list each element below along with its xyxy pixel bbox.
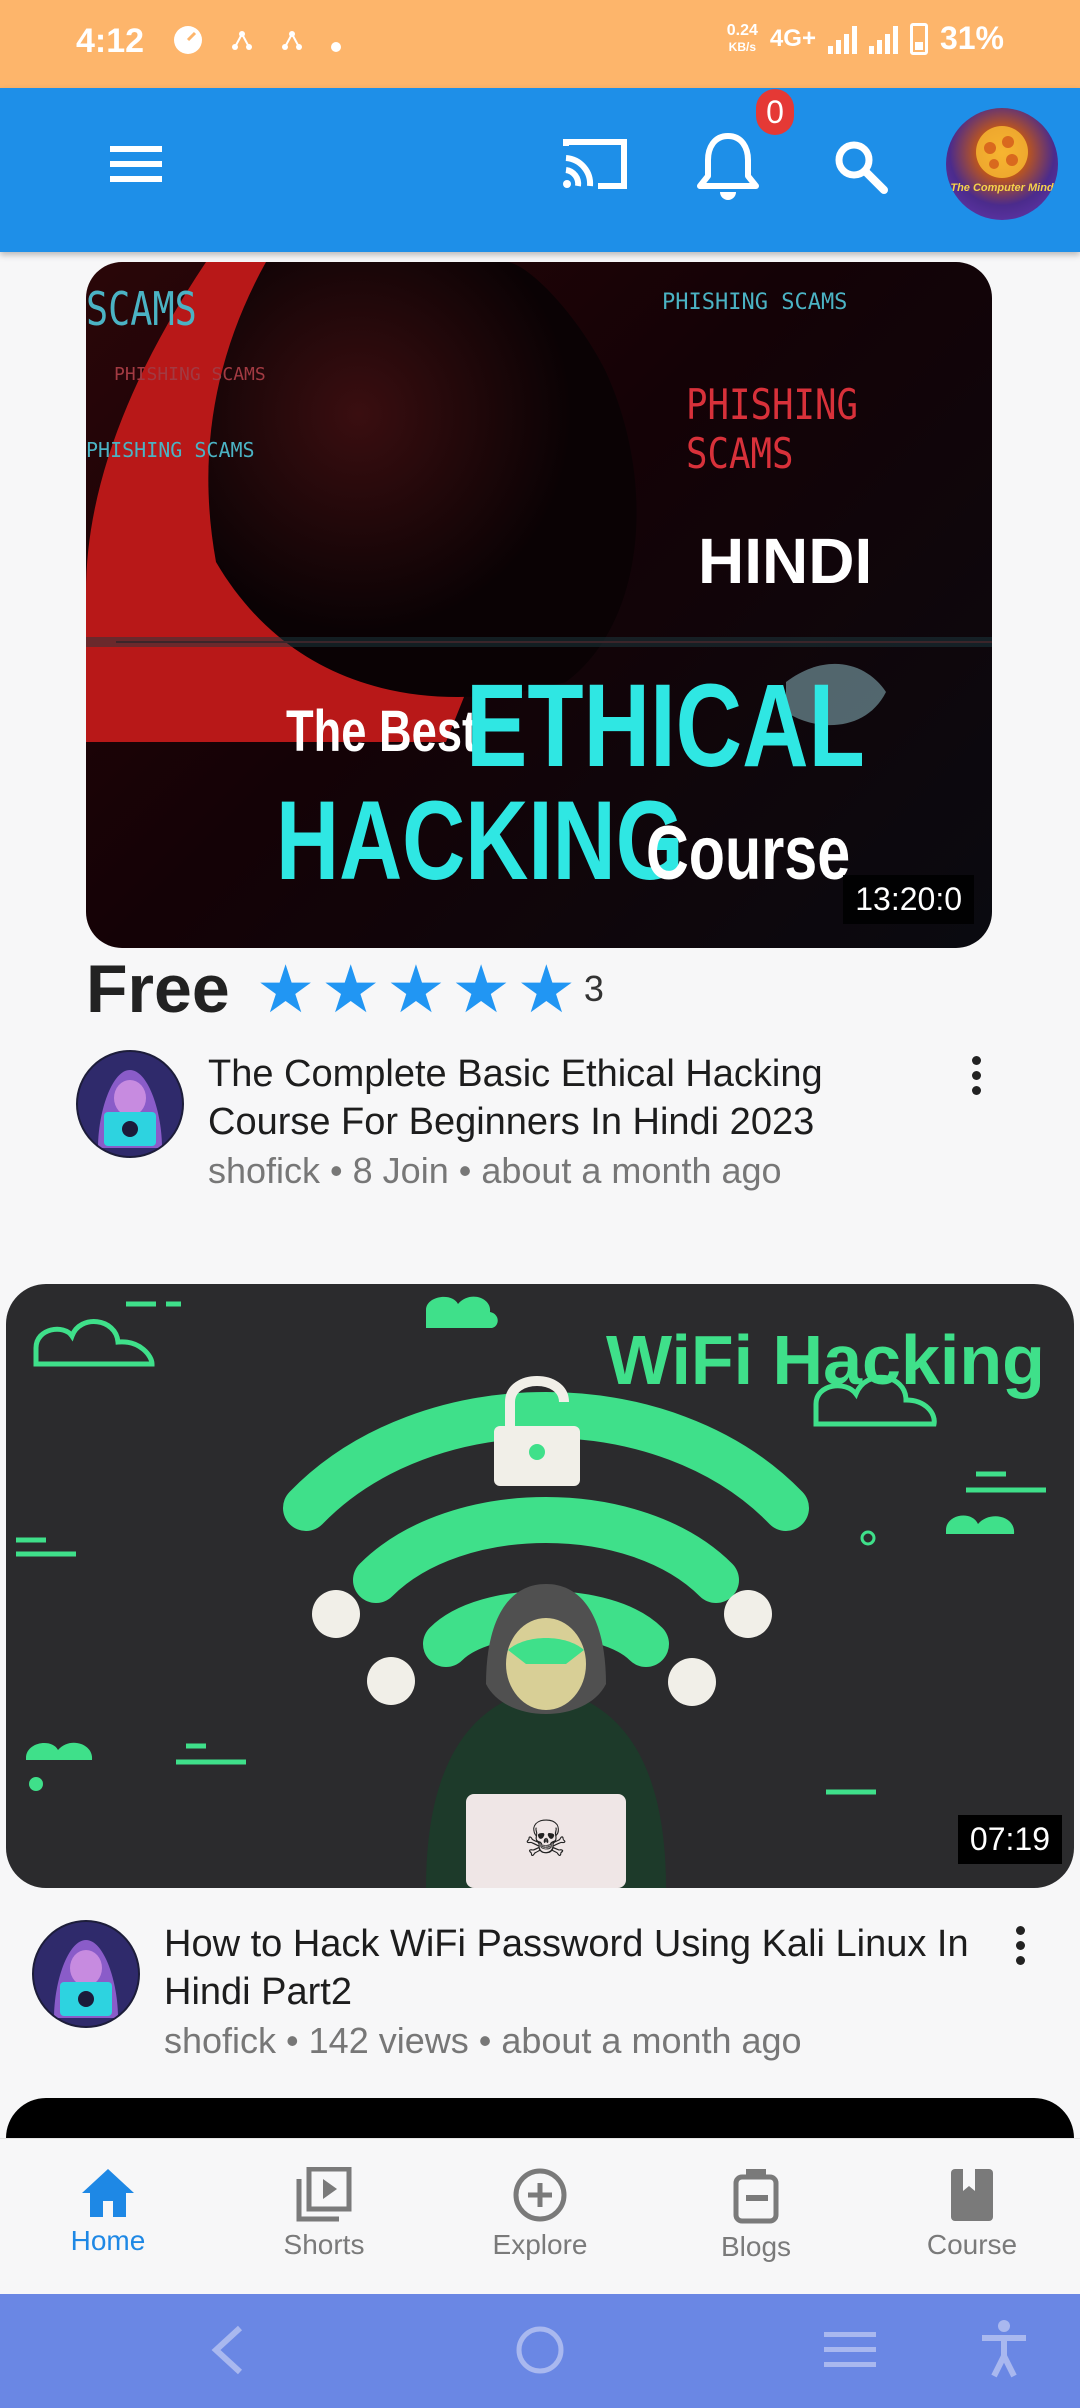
cast-button[interactable] (562, 136, 630, 197)
video-meta: shofick • 142 views • about a month ago (164, 2020, 802, 2061)
nav-label: Shorts (283, 2229, 365, 2260)
star-icon: ★ (256, 952, 316, 1026)
video-title[interactable]: The Complete Basic Ethical Hacking Cours… (208, 1050, 928, 1146)
bottom-navigation: Home Shorts Explore Blogs Course (0, 2138, 1080, 2295)
logo-text: The Computer Mind (950, 182, 1054, 194)
hacker-avatar-icon (34, 1922, 138, 2026)
notification-badge: 0 (756, 89, 794, 135)
network-speed-unit: KB/s (728, 39, 757, 54)
home-icon (82, 2169, 134, 2217)
battery-icon (909, 22, 928, 55)
status-right: 0.24 KB/s 4G+ 31% (727, 20, 1004, 57)
nav-course[interactable]: Course (864, 2139, 1080, 2295)
star-icon: ★ (516, 952, 576, 1026)
nav-home[interactable]: Home (0, 2139, 216, 2295)
profile-avatar[interactable]: The Computer Mind (946, 108, 1058, 220)
video-meta: shofick • 8 Join • about a month ago (208, 1150, 782, 1191)
nav-shorts[interactable]: Shorts (216, 2139, 432, 2295)
battery-percent: 31% (939, 20, 1004, 56)
accessibility-icon[interactable] (980, 2320, 1028, 2378)
thumbnail-heading: HACKING (276, 778, 684, 903)
svg-text:☠: ☠ (524, 1811, 569, 1867)
more-vert-icon (1015, 1926, 1025, 1935)
signal-icon (868, 24, 898, 54)
hacker-avatar-icon (78, 1052, 182, 1156)
thumbnail-heading: The Best (286, 699, 478, 764)
system-navigation-bar (0, 2294, 1080, 2408)
menu-icon (110, 146, 162, 182)
nav-explore[interactable]: Explore (432, 2139, 648, 2295)
more-options-button[interactable] (1000, 1920, 1040, 1976)
back-icon[interactable] (208, 2324, 248, 2376)
video-duration: 07:19 (957, 1815, 1062, 1864)
star-icon: ★ (451, 952, 511, 1026)
channel-avatar[interactable] (32, 1920, 140, 2028)
search-icon (835, 141, 888, 194)
cast-icon (563, 139, 627, 189)
search-button[interactable] (832, 138, 888, 199)
star-icon: ★ (386, 952, 446, 1026)
network-type: 4G+ (769, 24, 816, 52)
thumbnail-overlay-text: PHISHING SCAMS (686, 380, 858, 478)
video-library-icon (296, 2167, 352, 2222)
thumbnail-overlay-text: SCAMS (86, 282, 197, 336)
status-bar: 4:12 0.24 KB/s 4G+ 31% (0, 0, 1080, 88)
book-icon (951, 2169, 993, 2221)
nav-blogs[interactable]: Blogs (648, 2139, 864, 2295)
more-vert-icon (971, 1056, 981, 1065)
recents-icon[interactable] (824, 2330, 876, 2370)
menu-button[interactable] (108, 142, 164, 191)
network-speed: 0.24 KB/s (726, 21, 758, 55)
nav-label: Home (70, 2225, 146, 2256)
video-title[interactable]: How to Hack WiFi Password Using Kali Lin… (164, 1920, 1004, 2016)
network-speed-value: 0.24 (726, 21, 758, 39)
video-thumbnail[interactable]: SCAMS PHISHING SCAMS PHISHING SCAMS PHIS… (86, 262, 992, 948)
thumbnail-overlay-text: PHISHING SCAMS (86, 438, 255, 462)
star-icon: ★ (321, 952, 381, 1026)
rating-count: 3 (583, 968, 604, 1009)
video-thumbnail[interactable]: ☠ WiFi Hacking 07:19 (6, 1284, 1074, 1888)
speedometer-icon (172, 24, 204, 63)
blog-icon (733, 2169, 779, 2224)
course-price: Free (86, 951, 230, 1027)
nav-label: Blogs (720, 2231, 792, 2262)
nav-label: Explore (492, 2229, 588, 2260)
notification-icons (172, 24, 342, 63)
share-icon (280, 28, 304, 60)
thumbnail-overlay-text: PHISHING SCAMS (114, 364, 266, 385)
thumbnail-heading: HINDI (698, 525, 873, 597)
thumbnail-heading: ETHICAL (466, 660, 865, 792)
thumbnail-overlay-text: PHISHING SCAMS (662, 290, 848, 315)
thumbnail-heading: Course (646, 811, 851, 896)
home-circle-icon[interactable] (514, 2324, 566, 2376)
channel-avatar[interactable] (76, 1050, 184, 1158)
add-circle-icon (513, 2168, 567, 2222)
brain-icon (976, 126, 1028, 178)
rating-stars: ★ ★ ★ ★ ★ 3 (256, 956, 604, 1022)
video-duration: 13:20:0 (843, 875, 974, 924)
thumbnail-heading: WiFi Hacking (606, 1321, 1045, 1399)
status-time: 4:12 (76, 22, 145, 60)
notifications-button[interactable] (696, 130, 760, 207)
signal-icon (827, 24, 857, 54)
more-options-button[interactable] (956, 1050, 996, 1106)
nav-label: Course (926, 2229, 1018, 2260)
share-icon (230, 28, 254, 60)
bell-icon (697, 133, 759, 200)
dot-icon (330, 28, 342, 60)
